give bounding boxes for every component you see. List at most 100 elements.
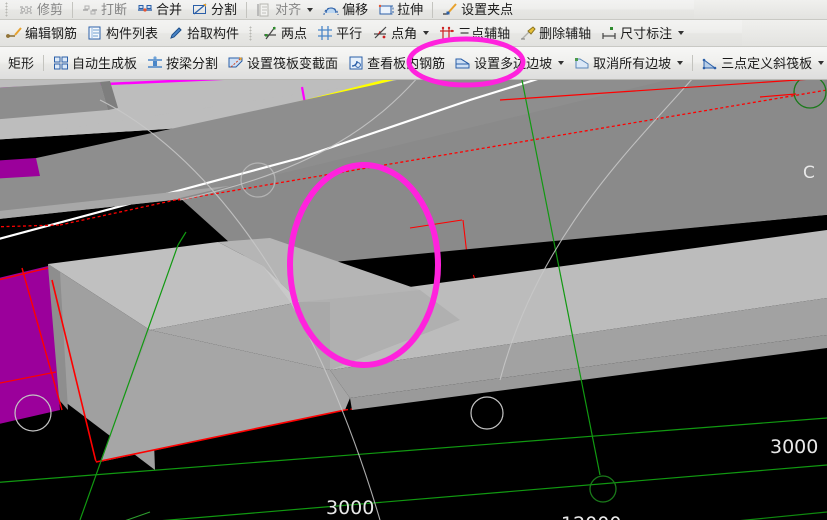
tool-cancel-slopes[interactable]: 取消所有边坡 (569, 47, 688, 79)
tool-two-point-axis[interactable]: 两点 (257, 20, 312, 46)
set-poly-slope-icon (455, 58, 470, 69)
tool-raft-section[interactable]: 设置筏板变截面 (223, 47, 343, 79)
toolbar-row-2-filler (742, 20, 827, 47)
view-slab-rebar-icon (349, 56, 363, 70)
toolbar-area: 修剪 打断 合并 分割 对齐 偏移 拉伸 设置夹点 编辑钢筋 构件列表 拾取构件… (0, 0, 827, 80)
tool-three-point-raft[interactable]: 三点定义斜筏板 (697, 47, 827, 79)
tool-three-point-axis-label: 三点辅轴 (458, 25, 511, 41)
tool-split[interactable]: 分割 (187, 0, 242, 19)
tool-stretch[interactable]: 拉伸 (373, 0, 428, 19)
chevron-down-icon[interactable] (677, 61, 684, 65)
align-icon (257, 3, 269, 16)
break-icon (83, 5, 98, 14)
tool-three-point-axis[interactable]: 三点辅轴 (434, 20, 515, 46)
tool-offset[interactable]: 偏移 (318, 0, 373, 19)
toolbar-divider (72, 1, 74, 18)
tool-component-list-label: 构件列表 (106, 25, 159, 41)
tool-set-poly-slope-label: 设置多边边坡 (474, 55, 553, 71)
tool-view-slab-rebar[interactable]: 查看板内钢筋 (343, 47, 450, 79)
rebar-edit-icon (6, 27, 22, 38)
tool-pick-component[interactable]: 拾取构件 (163, 20, 244, 46)
tool-cancel-slopes-label: 取消所有边坡 (593, 55, 672, 71)
axis-tick-cross (125, 511, 151, 520)
dimension-3000-bottom: 3000 (326, 497, 375, 519)
three-point-axis-icon (440, 26, 455, 39)
tool-break-label: 打断 (101, 2, 128, 17)
dimension-12000: 12000 (561, 513, 621, 520)
purple-sliver-top (0, 158, 40, 179)
delete-axis-icon (521, 26, 536, 40)
tool-delete-axis-label: 删除辅轴 (539, 25, 592, 41)
tool-component-list[interactable]: 构件列表 (82, 20, 163, 46)
tool-pick-component-label: 拾取构件 (187, 25, 240, 41)
tool-rectangle-label: 矩形 (8, 55, 35, 71)
toolbar-divider (43, 55, 45, 71)
axis-marker-c: C (803, 163, 815, 183)
split-icon (193, 3, 207, 14)
tool-delete-axis[interactable]: 删除辅轴 (515, 20, 596, 46)
tool-point-angle-label: 点角 (391, 25, 418, 41)
tool-dimension-label: 尺寸标注 (620, 25, 673, 41)
tool-stretch-label: 拉伸 (397, 2, 424, 17)
chevron-down-icon[interactable] (558, 61, 565, 65)
tool-set-grip[interactable]: 设置夹点 (437, 0, 518, 19)
three-point-raft-icon (702, 58, 717, 70)
tool-parallel-axis[interactable]: 平行 (312, 20, 367, 46)
tool-trim[interactable]: 修剪 (13, 0, 68, 19)
toolbar-divider (249, 25, 253, 41)
tool-align[interactable]: 对齐 (251, 0, 318, 19)
tool-view-slab-rebar-label: 查看板内钢筋 (367, 55, 446, 71)
point-angle-icon (374, 26, 387, 39)
raft-section-icon (228, 57, 243, 68)
tool-split-by-beam[interactable]: 按梁分割 (142, 47, 223, 79)
tool-break[interactable]: 打断 (77, 0, 132, 19)
chevron-down-icon[interactable] (307, 7, 314, 12)
toolbar-row-1-filler (694, 0, 827, 20)
dimension-3000-right: 3000 (770, 436, 819, 458)
dimension-icon (602, 27, 616, 39)
pick-component-icon (170, 27, 182, 39)
chevron-down-icon[interactable] (678, 31, 685, 35)
tool-parallel-axis-label: 平行 (336, 25, 363, 41)
tool-point-angle[interactable]: 点角 (367, 20, 434, 46)
toolbar-divider (246, 1, 248, 18)
pivot-handle-mid (470, 396, 504, 430)
stretch-icon (378, 4, 394, 14)
tool-dimension[interactable]: 尺寸标注 (596, 20, 689, 46)
tool-raft-section-label: 设置筏板变截面 (247, 55, 339, 71)
tool-three-point-raft-label: 三点定义斜筏板 (721, 55, 813, 71)
toolbar-row-rebar-axis: 编辑钢筋 构件列表 拾取构件 两点 平行 点角 三点辅轴 删除辅轴 尺寸标注 (0, 20, 742, 47)
tool-rectangle[interactable]: 矩形 (0, 47, 39, 79)
toolbar-row-slab-tools: 矩形 自动生成板 按梁分割 设置筏板变截面 查看板内钢筋 设置多边边坡 取消所有… (0, 47, 827, 80)
two-point-axis-icon (264, 26, 277, 40)
tool-merge[interactable]: 合并 (132, 0, 187, 19)
tool-split-label: 分割 (211, 2, 238, 17)
toolbar-divider (692, 55, 694, 71)
toolbar-grip-handle[interactable] (5, 2, 8, 17)
tool-edit-rebar[interactable]: 编辑钢筋 (0, 20, 82, 46)
toolbar-divider (432, 1, 434, 18)
offset-icon (323, 6, 339, 15)
chevron-down-icon[interactable] (423, 31, 430, 35)
tool-auto-slab[interactable]: 自动生成板 (48, 47, 142, 79)
tool-split-by-beam-label: 按梁分割 (166, 55, 219, 71)
tool-set-grip-label: 设置夹点 (461, 2, 514, 17)
tool-merge-label: 合并 (156, 2, 183, 17)
tool-edit-rebar-label: 编辑钢筋 (25, 25, 78, 41)
tool-set-poly-slope[interactable]: 设置多边边坡 (450, 47, 569, 79)
cancel-slopes-icon (575, 58, 589, 69)
trim-icon (20, 5, 32, 14)
black-lower-left (0, 412, 96, 515)
auto-slab-icon (54, 56, 69, 70)
tool-auto-slab-label: 自动生成板 (72, 55, 138, 71)
parallel-axis-icon (318, 26, 333, 40)
model-geometry (0, 80, 827, 520)
chevron-down-icon[interactable] (818, 61, 825, 65)
axis-circle-3 (589, 475, 617, 503)
3d-model-view[interactable]: 3000 3000 12000 C 3 (0, 80, 827, 520)
toolbar-row-edit-tools: 修剪 打断 合并 分割 对齐 偏移 拉伸 设置夹点 (0, 0, 694, 20)
tool-trim-label: 修剪 (37, 2, 64, 17)
grip-icon (443, 2, 457, 15)
component-list-icon (88, 26, 101, 40)
tool-align-label: 对齐 (275, 2, 302, 17)
